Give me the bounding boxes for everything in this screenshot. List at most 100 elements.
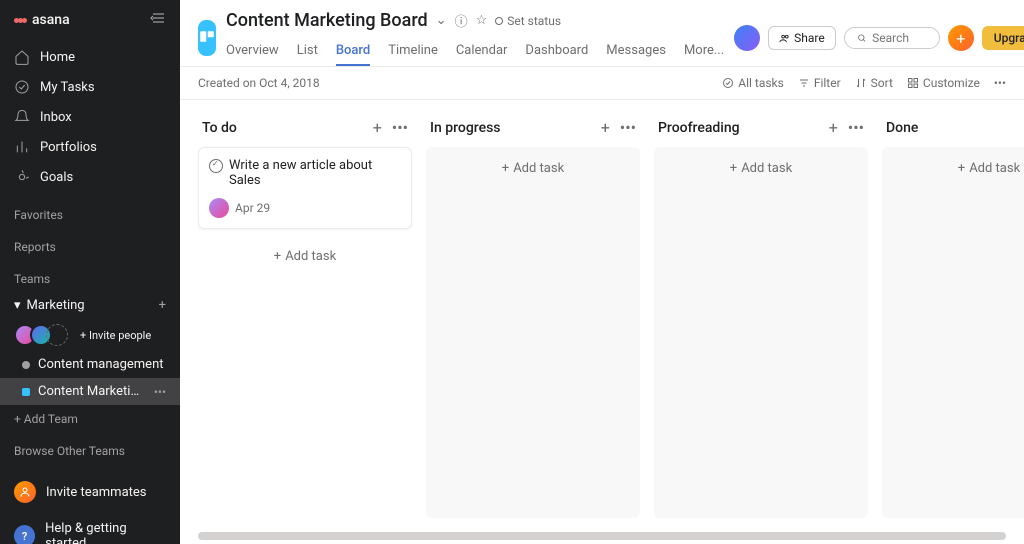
- board: To do + ••• Write a new article about Sale…: [180, 100, 1024, 532]
- star-icon[interactable]: ☆: [476, 13, 488, 28]
- task-card[interactable]: Write a new article about Sales Apr 29: [198, 147, 412, 229]
- column-title[interactable]: To do: [202, 120, 237, 136]
- add-task-button[interactable]: +Add task: [660, 153, 862, 184]
- plus-icon[interactable]: +: [159, 298, 166, 313]
- tab-overview[interactable]: Overview: [226, 37, 279, 66]
- nav-label: Home: [40, 50, 75, 65]
- project-item[interactable]: Content management: [0, 351, 180, 378]
- nav-label: Inbox: [40, 110, 72, 125]
- team-avatars: + Invite people: [0, 319, 180, 351]
- sidebar-item-inbox[interactable]: Inbox: [0, 102, 180, 132]
- reports-section[interactable]: Reports: [0, 228, 180, 260]
- avatar-placeholder[interactable]: [46, 324, 68, 346]
- brand-logo[interactable]: asana: [14, 12, 70, 28]
- project-color-dot: [22, 388, 30, 396]
- teams-section: Teams: [0, 260, 180, 292]
- add-icon[interactable]: +: [373, 118, 382, 137]
- more-icon[interactable]: •••: [154, 385, 166, 399]
- add-icon[interactable]: +: [829, 118, 838, 137]
- tab-board[interactable]: Board: [336, 37, 370, 66]
- assignee-avatar[interactable]: [209, 198, 229, 218]
- add-icon[interactable]: +: [601, 118, 610, 137]
- invite-people[interactable]: + Invite people: [80, 329, 151, 342]
- home-icon: [14, 49, 30, 65]
- tab-messages[interactable]: Messages: [606, 37, 666, 66]
- customize-button[interactable]: Customize: [907, 76, 980, 90]
- chevron-down-icon[interactable]: ⌄: [436, 13, 447, 28]
- tab-more[interactable]: More...: [684, 37, 724, 66]
- info-icon[interactable]: ⓘ: [455, 11, 468, 30]
- nav-label: My Tasks: [40, 80, 95, 95]
- check-icon: [14, 79, 30, 95]
- column-proofreading: Proofreading + ••• +Add task: [654, 114, 868, 518]
- tab-dashboard[interactable]: Dashboard: [525, 37, 588, 66]
- favorites-section[interactable]: Favorites: [0, 196, 180, 228]
- footer-label: Invite teammates: [46, 485, 147, 500]
- add-task-button[interactable]: +Add task: [198, 241, 412, 272]
- team-name: Marketing: [27, 298, 85, 313]
- horizontal-scrollbar[interactable]: [198, 532, 1006, 540]
- brand-name: asana: [32, 12, 70, 28]
- team-header[interactable]: ▾ Marketing +: [0, 292, 180, 319]
- search-icon: [857, 32, 866, 44]
- project-name: Content Marketing Bo...: [38, 384, 146, 399]
- column-title[interactable]: Proofreading: [658, 120, 740, 136]
- global-add-button[interactable]: +: [948, 25, 974, 51]
- tabs: Overview List Board Timeline Calendar Da…: [226, 37, 724, 66]
- sidebar-footer: Invite teammates ? Help & getting started: [0, 464, 180, 544]
- share-button[interactable]: Share: [768, 26, 836, 50]
- search-input[interactable]: [872, 31, 927, 45]
- page-title[interactable]: Content Marketing Board: [226, 10, 428, 31]
- bars-icon: [14, 139, 30, 155]
- search-box[interactable]: [844, 27, 940, 49]
- project-item-active[interactable]: Content Marketing Bo... •••: [0, 378, 180, 405]
- created-date: Created on Oct 4, 2018: [198, 76, 320, 90]
- sidebar-nav: Home My Tasks Inbox Portfolios Goals: [0, 38, 180, 196]
- column-title[interactable]: Done: [886, 120, 918, 136]
- tab-timeline[interactable]: Timeline: [388, 37, 438, 66]
- caret-down-icon: ▾: [14, 298, 21, 313]
- all-tasks-button[interactable]: All tasks: [722, 76, 784, 90]
- member-avatar[interactable]: [734, 25, 760, 51]
- sidebar: asana Home My Tasks Inbox Portfolios Goa…: [0, 0, 180, 544]
- sidebar-top: asana: [0, 0, 180, 38]
- more-icon[interactable]: •••: [994, 76, 1006, 90]
- column-todo: To do + ••• Write a new article about Sale…: [198, 114, 412, 518]
- more-icon[interactable]: •••: [848, 118, 864, 137]
- project-color-dot: [22, 361, 30, 369]
- sidebar-item-home[interactable]: Home: [0, 42, 180, 72]
- add-team[interactable]: + Add Team: [0, 405, 180, 432]
- tab-calendar[interactable]: Calendar: [456, 37, 508, 66]
- browse-teams[interactable]: Browse Other Teams: [0, 432, 180, 464]
- toolbar: Created on Oct 4, 2018 All tasks Filter …: [180, 67, 1024, 100]
- more-icon[interactable]: •••: [392, 118, 408, 137]
- project-icon[interactable]: [198, 20, 216, 56]
- more-icon[interactable]: •••: [620, 118, 636, 137]
- invite-icon: [14, 481, 36, 503]
- upgrade-button[interactable]: Upgrade: [982, 26, 1024, 50]
- task-title: Write a new article about Sales: [229, 158, 401, 188]
- help-icon: ?: [14, 525, 35, 544]
- sidebar-item-portfolios[interactable]: Portfolios: [0, 132, 180, 162]
- add-task-button[interactable]: +Add task: [888, 153, 1024, 184]
- complete-icon[interactable]: [209, 159, 223, 173]
- bell-icon: [14, 109, 30, 125]
- tab-list[interactable]: List: [297, 37, 318, 66]
- invite-teammates[interactable]: Invite teammates: [0, 472, 180, 512]
- sort-button[interactable]: Sort: [855, 76, 893, 90]
- help-getting-started[interactable]: ? Help & getting started: [0, 512, 180, 544]
- target-icon: [14, 169, 30, 185]
- column-title[interactable]: In progress: [430, 120, 501, 136]
- column-inprogress: In progress + ••• +Add task: [426, 114, 640, 518]
- due-date: Apr 29: [235, 201, 270, 215]
- set-status-button[interactable]: Set status: [495, 14, 561, 28]
- footer-label: Help & getting started: [45, 521, 166, 544]
- filter-button[interactable]: Filter: [798, 76, 841, 90]
- column-done: Done+ +Add task: [882, 114, 1024, 518]
- add-task-button[interactable]: +Add task: [432, 153, 634, 184]
- collapse-icon[interactable]: [150, 12, 166, 28]
- sidebar-item-mytasks[interactable]: My Tasks: [0, 72, 180, 102]
- nav-label: Goals: [40, 170, 73, 185]
- sidebar-item-goals[interactable]: Goals: [0, 162, 180, 192]
- main: Content Marketing Board ⌄ ⓘ ☆ Set status…: [180, 0, 1024, 544]
